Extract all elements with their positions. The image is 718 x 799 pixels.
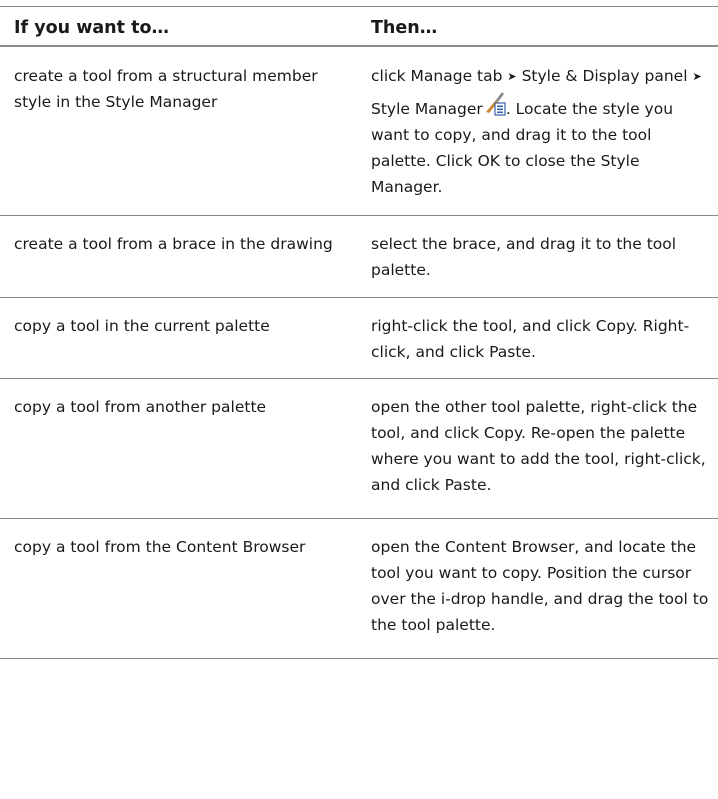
row-then: right-click the tool, and click Copy. Ri… <box>371 317 690 361</box>
procedure-table: If you want to… Then… create a tool from… <box>0 6 718 659</box>
row-action: copy a tool from another palette <box>14 398 267 416</box>
table-row: copy a tool from the Content Browser ope… <box>0 519 718 659</box>
table-row: create a tool from a structural member s… <box>0 47 718 216</box>
then-text-style-display-panel: Style & Display panel <box>521 67 688 85</box>
row-then: select the brace, and drag it to the too… <box>371 235 677 279</box>
table-row: copy a tool from another palette open th… <box>0 379 718 519</box>
menu-arrow-icon: ➤ <box>507 70 517 83</box>
menu-arrow-icon: ➤ <box>692 70 702 83</box>
table-row: create a tool from a brace in the drawin… <box>0 216 718 298</box>
row-action: create a tool from a brace in the drawin… <box>14 235 333 253</box>
header-if-you-want-to: If you want to… <box>14 18 169 38</box>
row-then: open the Content Browser, and locate the… <box>371 538 709 634</box>
row-action: copy a tool in the current palette <box>14 317 270 335</box>
table-header-row: If you want to… Then… <box>0 7 718 47</box>
row-then: click Manage tab ➤ Style & Display panel… <box>371 47 718 215</box>
row-action: create a tool from a structural member s… <box>14 67 318 111</box>
row-action: copy a tool from the Content Browser <box>14 538 306 556</box>
row-then: open the other tool palette, right-click… <box>371 398 706 494</box>
table-row: copy a tool in the current palette right… <box>0 298 718 379</box>
then-text-manage-tab: click Manage tab <box>371 67 503 85</box>
header-then: Then… <box>371 18 438 38</box>
then-text-style-manager: Style Manager <box>371 100 483 118</box>
style-manager-icon <box>485 92 506 116</box>
